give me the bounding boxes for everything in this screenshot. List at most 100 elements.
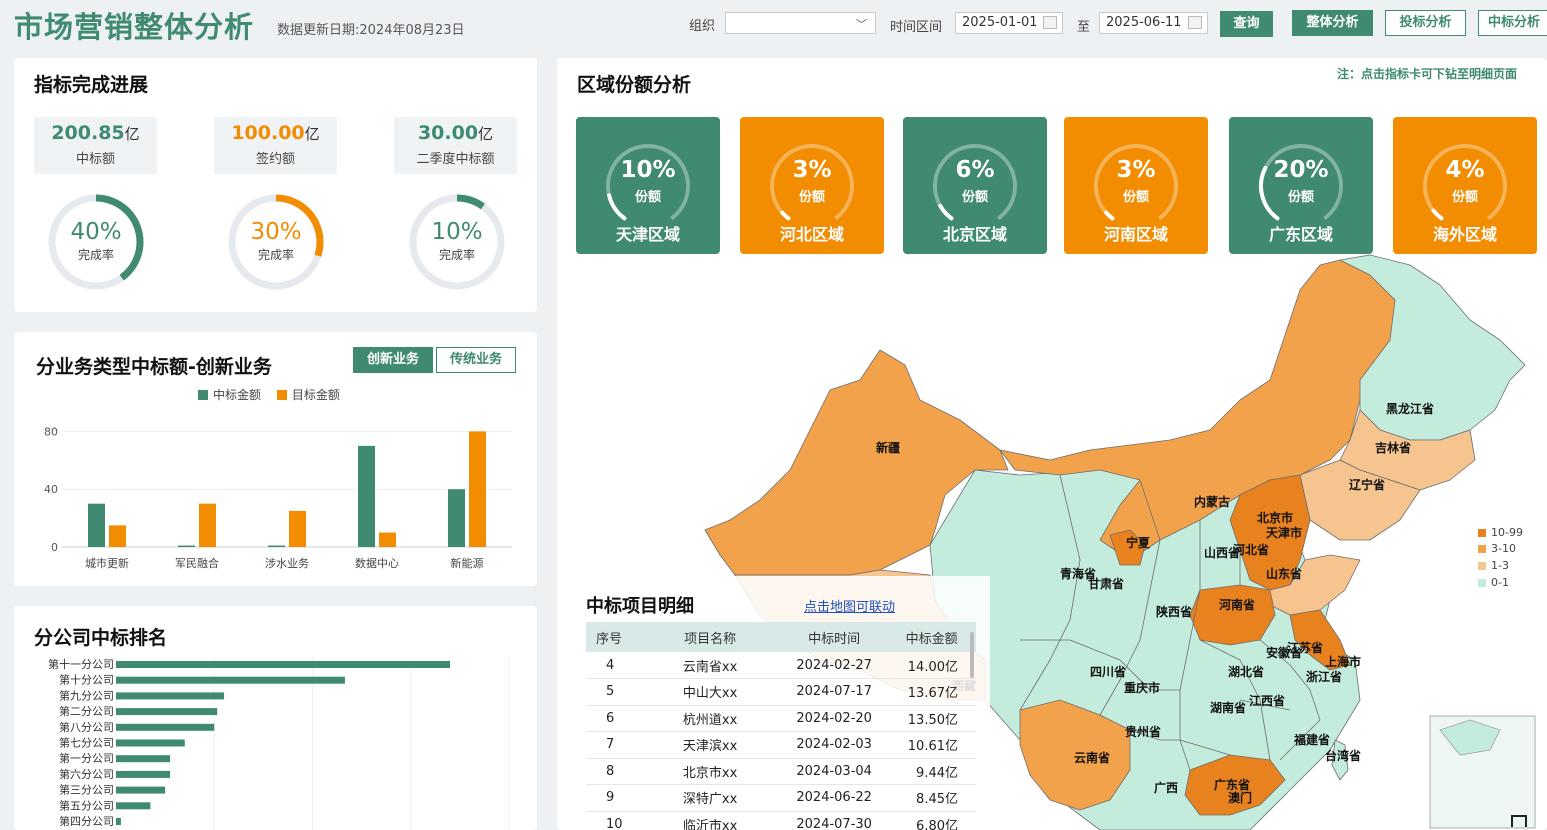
province-label: 河南省 bbox=[1218, 597, 1255, 612]
map-legend-item[interactable]: 0-1 bbox=[1478, 576, 1509, 589]
bar[interactable] bbox=[116, 786, 166, 794]
y-tick-label: 40 bbox=[44, 483, 58, 496]
table-cell: 杭州道xx bbox=[639, 705, 781, 732]
province-label: 内蒙古 bbox=[1194, 494, 1230, 509]
bar[interactable] bbox=[116, 676, 345, 684]
region-card-hebei[interactable]: 3% 份额 河北区域 bbox=[740, 117, 884, 254]
kpi-win-amount[interactable]: 200.85亿 中标额 bbox=[34, 117, 157, 174]
column-header[interactable]: 序号 bbox=[586, 622, 640, 652]
bar[interactable] bbox=[116, 692, 225, 700]
table-row[interactable]: 9 深特广xx 2024-06-22 8.45亿 bbox=[586, 784, 976, 812]
bar[interactable] bbox=[116, 708, 218, 716]
region-name: 海外区域 bbox=[1432, 225, 1497, 244]
share-value: 4% bbox=[1445, 157, 1485, 183]
ring-value: 10% bbox=[431, 219, 483, 245]
region-card-overseas[interactable]: 4% 份额 海外区域 bbox=[1393, 117, 1537, 254]
bid-analysis-button[interactable]: 投标分析 bbox=[1385, 10, 1466, 36]
table-row[interactable]: 8 北京市xx 2024-03-04 9.44亿 bbox=[586, 758, 976, 785]
map-legend-label: 0-1 bbox=[1491, 576, 1509, 589]
region-name: 天津区域 bbox=[615, 225, 680, 244]
bar-中标金额[interactable] bbox=[358, 445, 375, 547]
province-label: 浙江省 bbox=[1306, 669, 1342, 684]
province-label: 福建省 bbox=[1293, 732, 1330, 747]
map-legend-item[interactable]: 10-99 bbox=[1478, 526, 1523, 539]
bar[interactable] bbox=[116, 723, 215, 731]
bar-目标金额[interactable] bbox=[199, 503, 216, 547]
table-row[interactable]: 10 临沂市xx 2024-07-30 6.80亿 bbox=[586, 811, 976, 830]
bar-目标金额[interactable] bbox=[469, 431, 486, 547]
column-header[interactable]: 中标时间 bbox=[780, 622, 888, 652]
kpi-contract-amount[interactable]: 100.00亿 签约额 bbox=[214, 117, 337, 174]
table-cell: 6.80亿 bbox=[887, 811, 976, 830]
table-row[interactable]: 6 杭州道xx 2024-02-20 13.50亿 bbox=[586, 705, 976, 732]
bar-中标金额[interactable] bbox=[88, 503, 105, 547]
column-header[interactable]: 中标金额 bbox=[887, 622, 976, 652]
share-value: 6% bbox=[955, 157, 995, 183]
bar[interactable] bbox=[116, 755, 171, 763]
fullscreen-icon[interactable] bbox=[1511, 815, 1527, 827]
bar-中标金额[interactable] bbox=[178, 545, 195, 547]
query-button[interactable]: 查询 bbox=[1220, 11, 1273, 37]
table-cell: 4 bbox=[586, 652, 640, 679]
date-from-input[interactable]: 2025-01-01 bbox=[955, 12, 1063, 34]
bar[interactable] bbox=[116, 661, 451, 668]
bar-中标金额[interactable] bbox=[448, 489, 465, 547]
y-tick-label: 0 bbox=[51, 541, 58, 554]
overall-analysis-button[interactable]: 整体分析 bbox=[1292, 10, 1373, 36]
legend-swatch bbox=[1478, 579, 1486, 587]
bar[interactable] bbox=[116, 802, 151, 810]
bar[interactable] bbox=[116, 770, 171, 778]
share-value: 3% bbox=[792, 157, 832, 183]
date-to-input[interactable]: 2025-06-11 bbox=[1099, 12, 1208, 34]
map-legend-label: 3-10 bbox=[1491, 542, 1516, 555]
region-card-henan[interactable]: 3% 份额 河南区域 bbox=[1064, 117, 1208, 254]
calendar-icon[interactable] bbox=[1043, 16, 1057, 29]
table-cell: 2024-02-27 bbox=[780, 652, 888, 679]
detail-title: 中标项目明细 bbox=[586, 596, 694, 617]
kpi-value-wrap: 100.00亿 bbox=[214, 122, 337, 144]
table-cell: 天津滨xx bbox=[639, 731, 781, 759]
org-label: 组织 bbox=[689, 19, 716, 34]
column-header[interactable]: 项目名称 bbox=[639, 622, 781, 652]
date-to-value: 2025-06-11 bbox=[1106, 15, 1182, 30]
progress-title: 指标完成进展 bbox=[34, 74, 149, 96]
region-card-beijing[interactable]: 6% 份额 北京区域 bbox=[903, 117, 1047, 254]
table-cell: 10.61亿 bbox=[887, 731, 976, 759]
table-header-row: 序号 项目名称 中标时间 中标金额 bbox=[586, 622, 976, 652]
win-analysis-button[interactable]: 中标分析 bbox=[1478, 10, 1547, 36]
table-row[interactable]: 4 云南省xx 2024-02-27 14.00亿 bbox=[586, 652, 976, 679]
map-link[interactable]: 点击地图可联动 bbox=[804, 596, 895, 615]
y-tick-label: 第二分公司 bbox=[59, 704, 114, 718]
province-label: 新疆 bbox=[876, 440, 900, 455]
bar-目标金额[interactable] bbox=[109, 525, 126, 547]
ring-label: 完成率 bbox=[77, 248, 114, 262]
bar[interactable] bbox=[116, 818, 121, 825]
region-card-tianjin[interactable]: 10% 份额 天津区域 bbox=[576, 117, 720, 254]
region-card-guangdong[interactable]: 20% 份额 广东区域 bbox=[1229, 117, 1373, 254]
table-cell: 14.00亿 bbox=[887, 652, 976, 679]
org-select[interactable]: ﹀ bbox=[725, 12, 876, 34]
map-region-henan[interactable] bbox=[1189, 584, 1276, 646]
province-label: 广西 bbox=[1154, 780, 1178, 795]
map-legend-item[interactable]: 3-10 bbox=[1478, 542, 1516, 555]
table-cell: 9.44亿 bbox=[887, 758, 976, 785]
province-label: 广东省 bbox=[1214, 777, 1250, 792]
bar-中标金额[interactable] bbox=[268, 545, 285, 547]
calendar-icon[interactable] bbox=[1188, 16, 1202, 29]
province-label: 四川省 bbox=[1090, 664, 1126, 679]
kpi-label: 签约额 bbox=[255, 152, 295, 167]
y-tick-label: 第五分公司 bbox=[59, 798, 114, 812]
map-legend-item[interactable]: 1-3 bbox=[1478, 559, 1509, 572]
bar[interactable] bbox=[116, 739, 185, 747]
chevron-down-icon: ﹀ bbox=[856, 18, 867, 31]
bar-目标金额[interactable] bbox=[379, 532, 396, 547]
kpi-q2-win-amount[interactable]: 30.00亿 二季度中标额 bbox=[394, 117, 517, 174]
share-value: 3% bbox=[1116, 157, 1156, 183]
bar-目标金额[interactable] bbox=[289, 510, 306, 547]
table-row[interactable]: 7 天津滨xx 2024-02-03 10.61亿 bbox=[586, 731, 976, 759]
kpi-unit: 亿 bbox=[124, 125, 140, 143]
province-label: 宁夏 bbox=[1126, 535, 1151, 550]
table-row[interactable]: 5 中山大xx 2024-07-17 13.67亿 bbox=[586, 678, 976, 706]
y-tick-label: 第六分公司 bbox=[59, 767, 114, 781]
scrollbar[interactable] bbox=[970, 632, 974, 678]
